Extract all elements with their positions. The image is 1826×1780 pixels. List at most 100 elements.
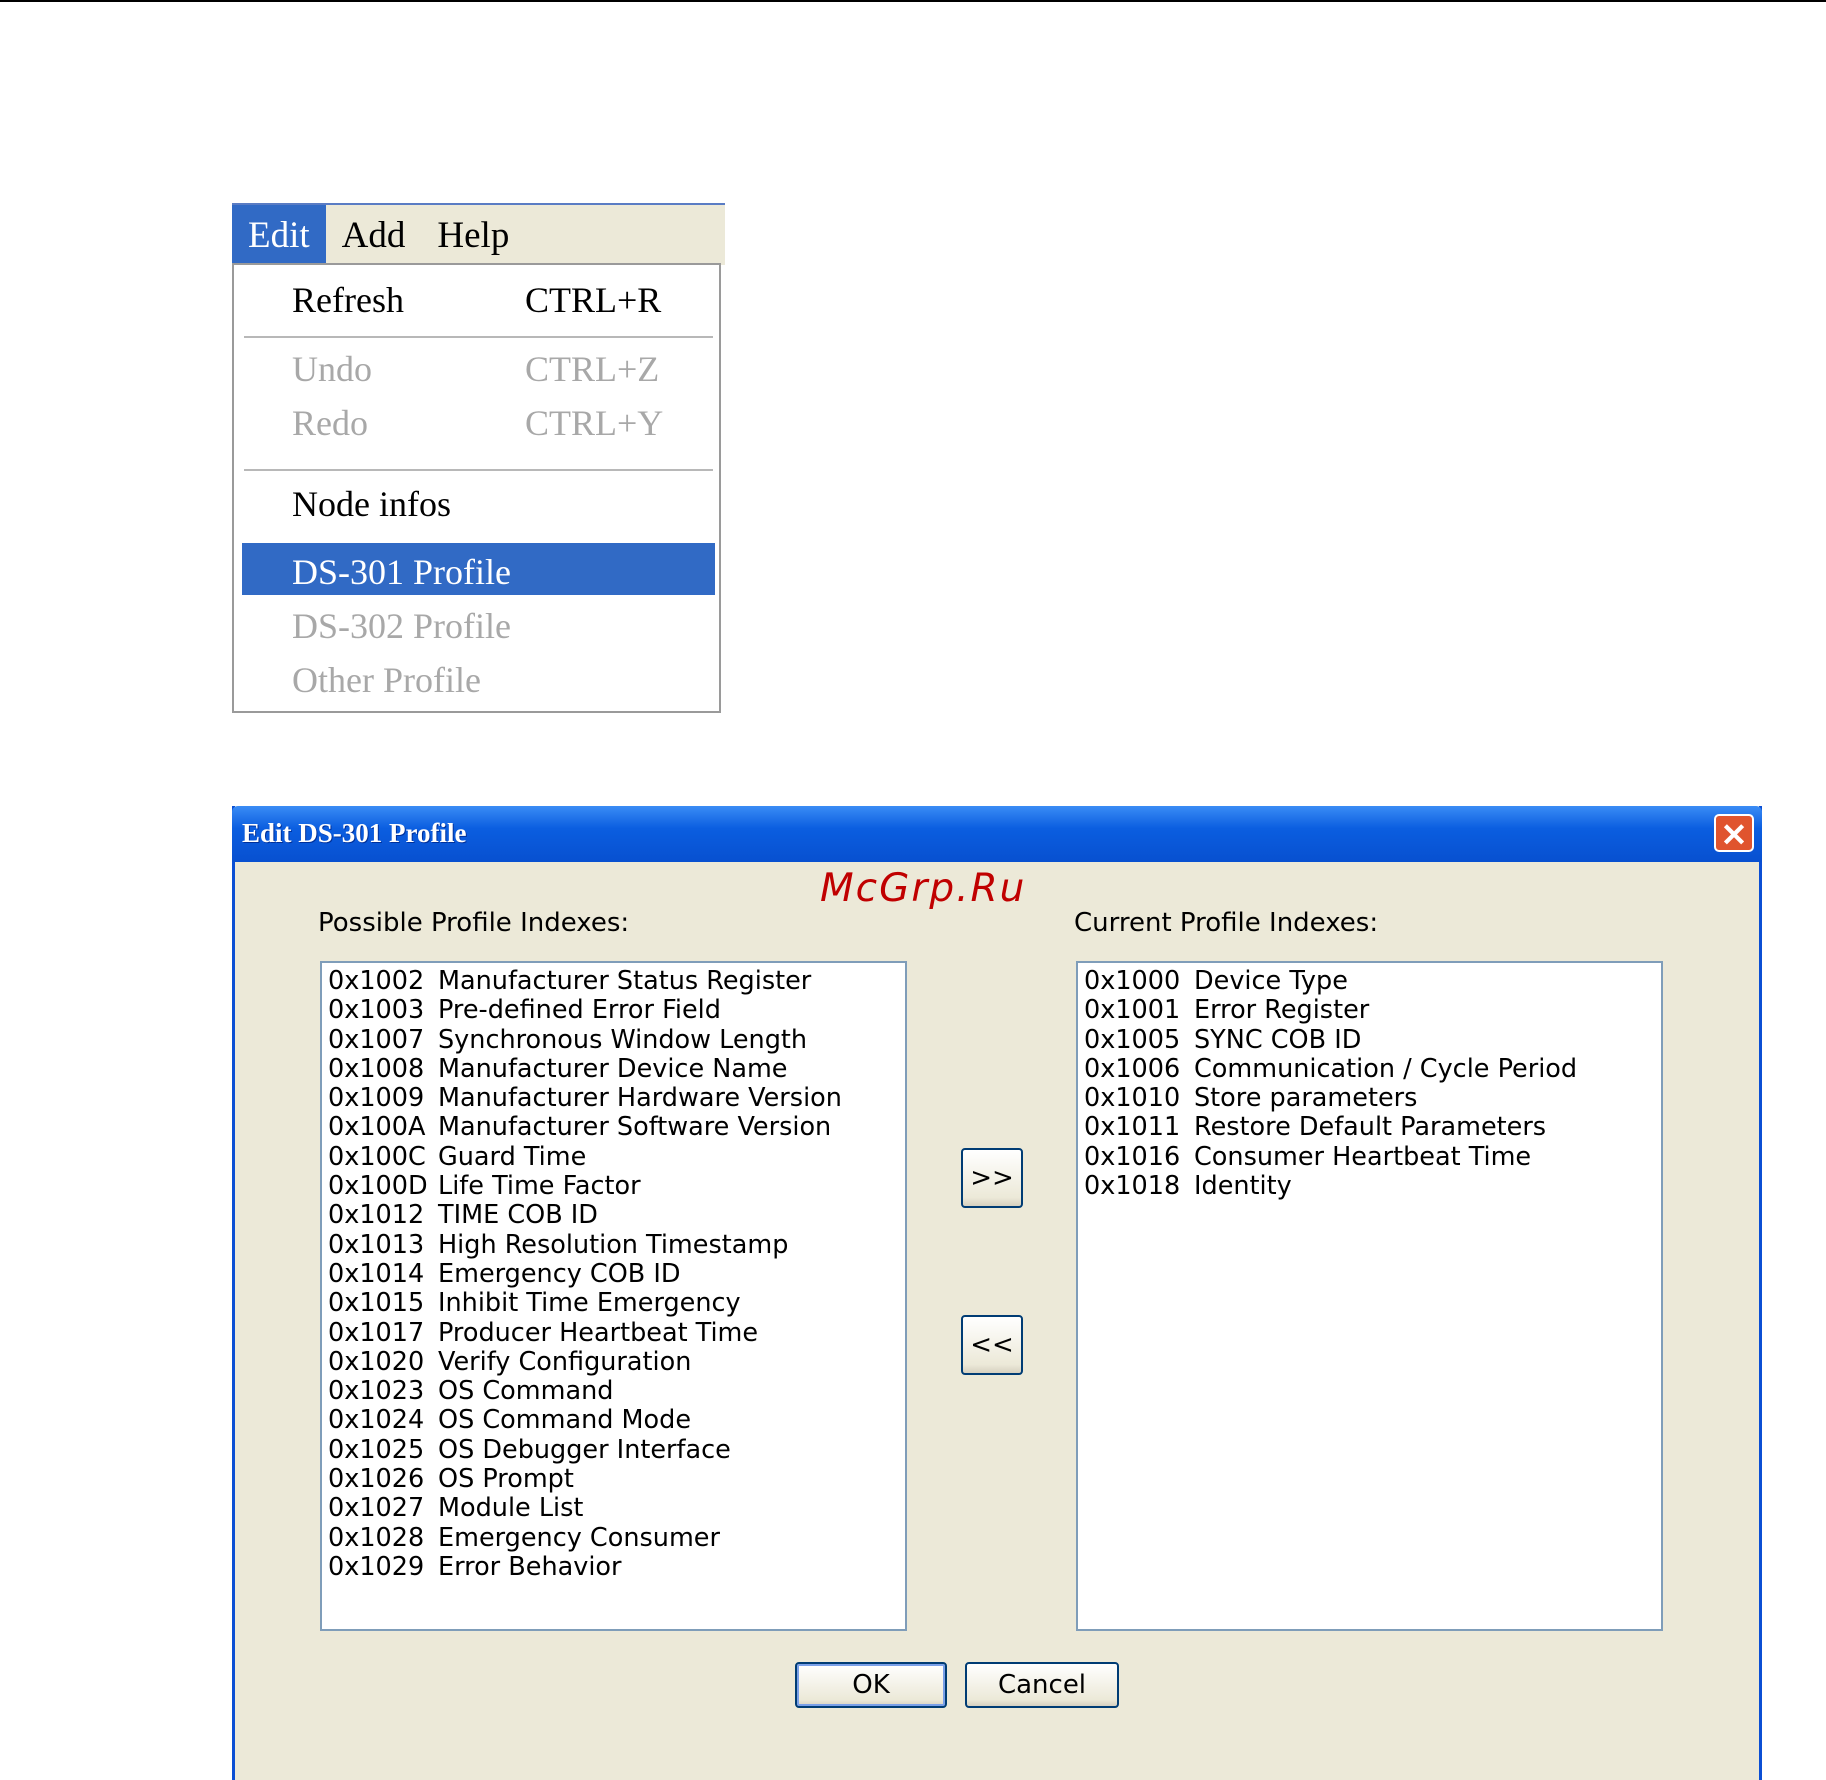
menu-bar: Edit Add Help <box>232 203 725 265</box>
list-item-index: 0x1023 <box>328 1376 425 1407</box>
list-item[interactable]: 0x100D Life Time Factor <box>322 1171 905 1202</box>
add-index-button[interactable]: >> <box>961 1148 1023 1208</box>
list-item-name: OS Debugger Interface <box>438 1434 731 1465</box>
list-item-name: OS Prompt <box>438 1464 574 1495</box>
dialog-title: Edit DS-301 Profile <box>242 818 467 848</box>
list-item[interactable]: 0x100C Guard Time <box>322 1142 905 1172</box>
menu-help[interactable]: Help <box>421 205 525 265</box>
list-item-name: Communication / Cycle Period <box>1194 1053 1578 1084</box>
list-item[interactable]: 0x1001 Error Register <box>1078 995 1661 1026</box>
list-item-index: 0x100D <box>328 1171 428 1202</box>
list-item[interactable]: 0x1027 Module List <box>322 1493 905 1524</box>
list-item-name: Manufacturer Hardware Version <box>438 1083 842 1114</box>
menu-item-node-infos[interactable]: Node infos <box>242 475 715 527</box>
list-item-index: 0x1010 <box>1084 1083 1181 1114</box>
list-item-index: 0x1017 <box>328 1317 425 1348</box>
list-item-name: Emergency Consumer <box>438 1522 720 1553</box>
current-indexes-list[interactable]: 0x1000 Device Type 0x1001 Error Register 0x1… <box>1076 961 1663 1631</box>
list-item-index: 0x1016 <box>1084 1141 1181 1172</box>
list-item-index: 0x1002 <box>328 966 425 996</box>
list-item-name: Manufacturer Status Register <box>438 966 812 996</box>
close-button[interactable]: ✕ <box>1714 814 1754 853</box>
list-item-name: Emergency COB ID <box>438 1258 681 1289</box>
list-item-name: Manufacturer Software Version <box>438 1112 832 1143</box>
menu-edit[interactable]: Edit <box>232 205 326 265</box>
list-item[interactable]: 0x1015 Inhibit Time Emergency <box>322 1288 905 1319</box>
list-item[interactable]: 0x1028 Emergency Consumer <box>322 1522 905 1553</box>
list-item-name: OS Command <box>438 1376 614 1407</box>
edit-dropdown: Refresh CTRL+R Undo CTRL+Z Redo CTRL+Y N… <box>232 263 721 713</box>
list-item-name: Error Register <box>1194 995 1370 1026</box>
list-item[interactable]: 0x1003 Pre-defined Error Field <box>322 995 905 1026</box>
list-item[interactable]: 0x1005 SYNC COB ID <box>1078 1024 1661 1055</box>
current-indexes-label: Current Profile Indexes: <box>1074 908 1379 938</box>
list-item[interactable]: 0x1029 Error Behavior <box>322 1552 905 1582</box>
list-item[interactable]: 0x1012 TIME COB ID <box>322 1201 905 1231</box>
menu-item-ds301-profile[interactable]: DS-301 Profile <box>242 543 715 595</box>
list-item-name: Producer Heartbeat Time <box>438 1317 759 1348</box>
list-item[interactable]: 0x1014 Emergency COB ID <box>322 1258 905 1289</box>
list-item[interactable]: 0x1010 Store parameters <box>1078 1083 1661 1114</box>
list-item-name: Verify Configuration <box>438 1346 692 1377</box>
list-item-index: 0x1011 <box>1084 1112 1181 1143</box>
list-item[interactable]: 0x1018 Identity <box>1078 1171 1661 1202</box>
list-item-name: Inhibit Time Emergency <box>438 1288 741 1319</box>
list-item[interactable]: 0x1002 Manufacturer Status Register <box>322 966 905 996</box>
list-item-index: 0x1013 <box>328 1229 425 1260</box>
list-item[interactable]: 0x1008 Manufacturer Device Name <box>322 1053 905 1084</box>
list-item-index: 0x1024 <box>328 1405 425 1436</box>
list-item[interactable]: 0x1024 OS Command Mode <box>322 1405 905 1436</box>
list-item[interactable]: 0x1026 OS Prompt <box>322 1464 905 1495</box>
top-rule <box>0 0 1826 2</box>
list-item[interactable]: 0x1023 OS Command <box>322 1376 905 1407</box>
list-item-name: Pre-defined Error Field <box>438 995 721 1026</box>
menu-item-refresh[interactable]: Refresh CTRL+R <box>242 271 715 323</box>
list-item-name: Manufacturer Device Name <box>438 1053 788 1084</box>
list-item-name: Module List <box>438 1493 584 1524</box>
menu-item-shortcut: CTRL+Y <box>525 403 664 443</box>
menu-add[interactable]: Add <box>326 205 422 265</box>
possible-indexes-label: Possible Profile Indexes: <box>318 908 630 938</box>
dialog-titlebar[interactable]: Edit DS-301 Profile ✕ <box>232 806 1762 862</box>
menu-item-label: DS-302 Profile <box>292 606 511 646</box>
possible-indexes-list[interactable]: 0x1002 Manufacturer Status Register 0x1003… <box>320 961 907 1631</box>
list-item-name: Device Type <box>1194 966 1348 996</box>
list-item-name: Consumer Heartbeat Time <box>1194 1141 1532 1172</box>
list-item[interactable]: 0x1025 OS Debugger Interface <box>322 1434 905 1465</box>
list-item-index: 0x1005 <box>1084 1024 1181 1055</box>
ok-button[interactable]: OK <box>795 1662 947 1708</box>
list-item-name: Identity <box>1194 1171 1292 1202</box>
list-item-name: Life Time Factor <box>438 1171 641 1202</box>
list-item-name: OS Command Mode <box>438 1405 692 1436</box>
menu-item-label: DS-301 Profile <box>292 552 511 592</box>
list-item[interactable]: 0x1000 Device Type <box>1078 966 1661 996</box>
list-item[interactable]: 0x1011 Restore Default Parameters <box>1078 1112 1661 1143</box>
remove-index-button[interactable]: << <box>961 1315 1023 1375</box>
menu-separator <box>244 336 713 338</box>
list-item-index: 0x1015 <box>328 1288 425 1319</box>
menu-item-other-profile[interactable]: Other Profile <box>242 651 715 703</box>
list-item-index: 0x1007 <box>328 1024 425 1055</box>
menu-item-undo[interactable]: Undo CTRL+Z <box>242 340 715 392</box>
list-item[interactable]: 0x100A Manufacturer Software Version <box>322 1112 905 1143</box>
list-item-name: Synchronous Window Length <box>438 1024 808 1055</box>
list-item[interactable]: 0x1020 Verify Configuration <box>322 1346 905 1377</box>
list-item-name: Store parameters <box>1194 1083 1418 1114</box>
list-item-name: Restore Default Parameters <box>1194 1112 1547 1143</box>
list-item-index: 0x100A <box>328 1112 426 1143</box>
list-item-index: 0x1020 <box>328 1346 425 1377</box>
cancel-button[interactable]: Cancel <box>965 1662 1119 1708</box>
list-item-name: SYNC COB ID <box>1194 1024 1362 1055</box>
list-item-name: High Resolution Timestamp <box>438 1229 789 1260</box>
list-item[interactable]: 0x1006 Communication / Cycle Period <box>1078 1053 1661 1084</box>
list-item-index: 0x1009 <box>328 1083 425 1114</box>
menu-item-label: Undo <box>292 349 372 389</box>
menu-item-redo[interactable]: Redo CTRL+Y <box>242 394 715 446</box>
list-item-index: 0x1008 <box>328 1053 425 1084</box>
list-item[interactable]: 0x1016 Consumer Heartbeat Time <box>1078 1141 1661 1172</box>
list-item[interactable]: 0x1009 Manufacturer Hardware Version <box>322 1083 905 1114</box>
list-item[interactable]: 0x1007 Synchronous Window Length <box>322 1024 905 1055</box>
list-item[interactable]: 0x1013 High Resolution Timestamp <box>322 1229 905 1260</box>
list-item[interactable]: 0x1017 Producer Heartbeat Time <box>322 1317 905 1348</box>
menu-item-ds302-profile[interactable]: DS-302 Profile <box>242 597 715 649</box>
